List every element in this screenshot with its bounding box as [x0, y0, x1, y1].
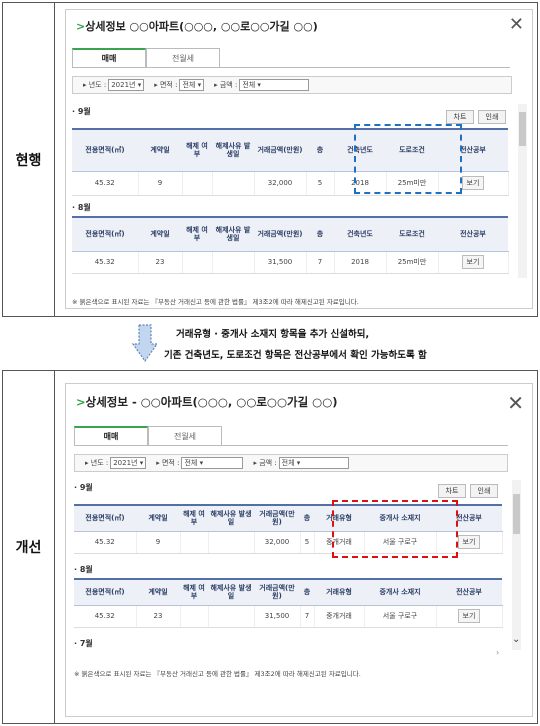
col-cancel-date: 해제사유 발생일: [208, 504, 254, 532]
month-heading: · 9월: [74, 483, 93, 492]
before-label: 현행: [3, 3, 55, 316]
footnote: ※ 붉은색으로 표시된 자료는 『부동산 거래신고 등에 관한 법률』 제3조2…: [72, 298, 359, 306]
view-button[interactable]: 보기: [457, 535, 481, 549]
col-floor: 층: [306, 128, 334, 172]
footnote: ※ 붉은색으로 표시된 자료는 『부동산 거래신고 등에 관한 법률』 제3조2…: [74, 670, 361, 678]
before-title: >상세정보 ○○아파트(○○○, ○○로○○가길 ○○): [76, 20, 318, 33]
view-button[interactable]: 보기: [457, 609, 481, 623]
col-cancel: 해제 여부: [182, 128, 212, 172]
chevron-down-icon[interactable]: ⌄: [512, 634, 520, 645]
col-area: 전용면적(㎡): [72, 128, 138, 172]
change-desc-line1: 거래유형 · 중개사 소재지 항목을 추가 신설하되,: [176, 329, 370, 340]
view-button[interactable]: 보기: [461, 255, 485, 269]
month-heading: · 8월: [74, 565, 93, 574]
scrollbar[interactable]: [512, 480, 521, 650]
after-window: >상세정보 - ○○아파트(○○○, ○○로○○가길 ○○) ✕ 매매 전월세 …: [65, 383, 533, 717]
year-select[interactable]: 2021년 ▾: [110, 457, 147, 469]
col-price: 거래금액(만원): [254, 128, 306, 172]
down-arrow-icon: [131, 324, 159, 363]
before-panel: 현행 >상세정보 ○○아파트(○○○, ○○로○○가길 ○○) ✕ 매매 전월세…: [2, 2, 538, 317]
col-cancel-date: 해제사유 발생일: [212, 128, 254, 172]
chart-button[interactable]: 차트: [438, 484, 466, 498]
after-table-aug: 전용면적(㎡) 계약일 해제 여부 해제사유 발생일 거래금액(만원) 층 거래…: [74, 578, 503, 628]
chart-button[interactable]: 차트: [446, 110, 474, 124]
col-date: 계약일: [136, 504, 180, 532]
col-price: 거래금액(만원): [254, 504, 300, 532]
table-row: 45.32 23 31,500 7 2018 25m미만 보기: [72, 251, 509, 274]
highlight-box: [354, 124, 462, 194]
before-window: >상세정보 ○○아파트(○○○, ○○로○○가길 ○○) ✕ 매매 전월세 ▸ …: [65, 9, 533, 309]
filter-bar: ▸ 년도 :2021년 ▾ ▸ 면적 : 전체 ▾ ▸ 금액 : 전체 ▾: [74, 454, 508, 472]
close-icon[interactable]: ✕: [509, 16, 524, 34]
after-panel: 개선 >상세정보 - ○○아파트(○○○, ○○로○○가길 ○○) ✕ 매매 전…: [2, 370, 538, 724]
close-icon[interactable]: ✕: [507, 393, 524, 413]
tab-sale[interactable]: 매매: [72, 48, 146, 68]
area-select[interactable]: 전체 ▾: [179, 79, 205, 91]
print-button[interactable]: 인쇄: [470, 484, 498, 498]
col-cancel: 해제 여부: [180, 504, 208, 532]
tab-rent[interactable]: 전월세: [148, 426, 222, 446]
price-select[interactable]: 전체 ▾: [278, 457, 349, 469]
filter-bar: ▸ 년도 :2021년 ▾ ▸ 면적 : 전체 ▾ ▸ 금액 : 전체 ▾: [72, 76, 512, 94]
area-select[interactable]: 전체 ▾: [181, 457, 244, 469]
col-area: 전용면적(㎡): [74, 504, 136, 532]
after-label: 개선: [3, 371, 55, 723]
price-select[interactable]: 전체 ▾: [239, 79, 310, 91]
col-floor: 층: [300, 504, 314, 532]
month-heading: · 7월: [74, 639, 93, 648]
tab-rent[interactable]: 전월세: [146, 48, 220, 68]
month-heading: · 8월: [72, 203, 91, 212]
table-row: 45.32 23 31,500 7 중개거래 서울 구로구 보기: [74, 605, 503, 628]
view-button[interactable]: 보기: [461, 176, 485, 190]
highlight-box: [332, 500, 458, 558]
change-desc-line2: 기존 건축년도, 도로조건 항목은 전산공부에서 확인 가능하도록 함: [164, 350, 427, 361]
print-button[interactable]: 인쇄: [478, 110, 506, 124]
month-heading: · 9월: [72, 107, 91, 116]
tab-sale[interactable]: 매매: [74, 426, 148, 446]
before-table-aug: 전용면적(㎡) 계약일 해제 여부 해제사유 발생일 거래금액(만원) 층 건축…: [72, 216, 509, 274]
chevron-right-icon[interactable]: ›: [496, 648, 499, 657]
year-select[interactable]: 2021년 ▾: [108, 79, 145, 91]
col-date: 계약일: [138, 128, 182, 172]
after-title: >상세정보 - ○○아파트(○○○, ○○로○○가길 ○○): [76, 395, 338, 409]
scrollbar[interactable]: [518, 104, 527, 278]
